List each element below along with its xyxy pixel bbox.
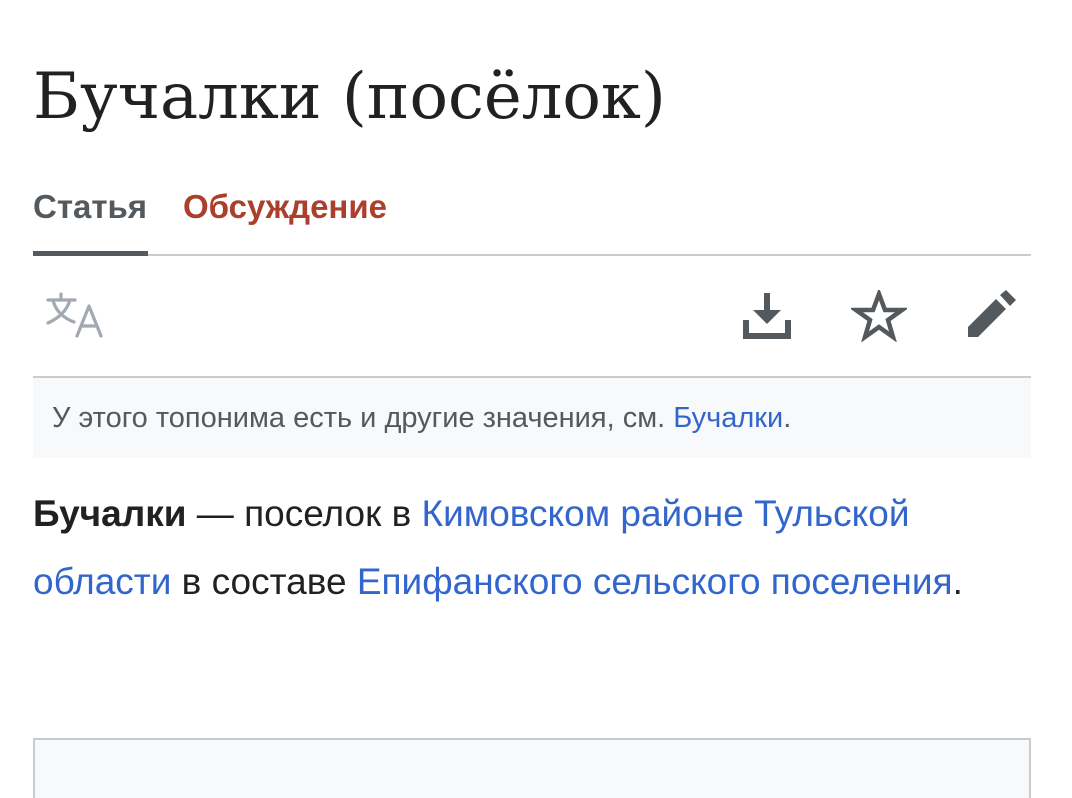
lead-space bbox=[744, 493, 754, 534]
hatnote-end: . bbox=[783, 402, 792, 434]
language-icon[interactable] bbox=[45, 290, 105, 340]
link-kimovsky-district[interactable]: Кимовском районе bbox=[422, 493, 744, 534]
page-title: Бучалки (посёлок) bbox=[33, 60, 666, 134]
disambiguation-hatnote: У этого топонима есть и другие значения,… bbox=[33, 376, 1031, 458]
link-epifan-settlement[interactable]: Епифанского сельского поселения bbox=[357, 561, 953, 602]
lead-subject: Бучалки bbox=[33, 493, 187, 534]
infobox bbox=[33, 738, 1031, 798]
lead-text-2: в составе bbox=[171, 560, 357, 602]
tab-article-label: Статья bbox=[33, 188, 148, 225]
tab-talk-label: Обсуждение bbox=[183, 188, 387, 225]
page-actions-toolbar bbox=[33, 256, 1031, 376]
hatnote-link[interactable]: Бучалки bbox=[673, 402, 783, 434]
hatnote-text: У этого топонима есть и другие значения,… bbox=[52, 402, 674, 434]
page-tabs: Статья Обсуждение bbox=[33, 164, 1031, 256]
star-icon[interactable] bbox=[851, 290, 907, 342]
download-icon[interactable] bbox=[739, 290, 795, 342]
lead-text-1: — поселок в bbox=[186, 493, 422, 534]
edit-icon[interactable] bbox=[963, 290, 1019, 342]
lead-paragraph: Бучалки — поселок в Кимовском районе Тул… bbox=[33, 480, 1031, 615]
tab-article[interactable]: Статья bbox=[33, 164, 148, 256]
article-page: Бучалки (посёлок) Статья Обсуждение У эт… bbox=[33, 0, 1031, 798]
tab-talk[interactable]: Обсуждение bbox=[183, 164, 387, 254]
lead-end: . bbox=[952, 560, 963, 602]
